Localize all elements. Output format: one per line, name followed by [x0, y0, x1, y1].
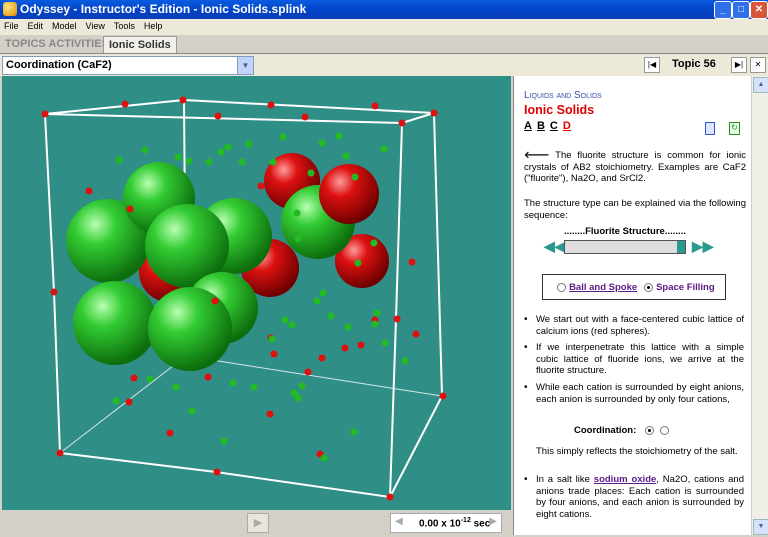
- scroll-down-icon[interactable]: ▼: [753, 519, 768, 535]
- close-topic-button[interactable]: ✕: [750, 57, 766, 73]
- slider-thumb[interactable]: [677, 241, 685, 253]
- document-icon[interactable]: [705, 122, 715, 135]
- rewind-icon[interactable]: ◀◀: [544, 238, 566, 255]
- sequence-slider[interactable]: [564, 240, 686, 254]
- title-bar: Odyssey - Instructor's Edition - Ionic S…: [0, 0, 768, 19]
- intro-text: 🡐 The fluorite structure is common for i…: [524, 150, 747, 184]
- back-arrow-icon[interactable]: 🡐: [524, 150, 549, 161]
- simulation-select[interactable]: Coordination (CaF2) ▼: [2, 56, 254, 75]
- ball-spoke-option[interactable]: Ball and Spoke: [557, 281, 637, 293]
- section-b-link[interactable]: B: [537, 120, 545, 132]
- fast-forward-icon[interactable]: ▶▶: [692, 238, 714, 255]
- refresh-icon[interactable]: ↻: [729, 122, 740, 135]
- bullet-1: We start out with a face-centered cubic …: [536, 314, 744, 337]
- step-forward-icon[interactable]: ▶: [489, 516, 497, 527]
- topic-label: Topic 56: [672, 58, 716, 70]
- fluorite-lattice-render: [41, 96, 447, 501]
- bullet-2: If we interpenetrate this lattice with a…: [536, 342, 744, 376]
- menu-view[interactable]: View: [82, 19, 110, 31]
- sodium-oxide-link[interactable]: sodium oxide: [594, 474, 656, 485]
- minimize-button[interactable]: _: [714, 1, 732, 19]
- last-topic-button[interactable]: ▶|: [731, 57, 747, 73]
- section-c-link[interactable]: C: [550, 120, 558, 132]
- category-label: Liquids and Solids: [524, 90, 602, 101]
- radio-coordination-2[interactable]: [659, 425, 669, 435]
- close-window-button[interactable]: ✕: [750, 1, 768, 19]
- scroll-up-icon[interactable]: ▲: [753, 77, 768, 93]
- space-filling-option[interactable]: Space Filling: [644, 281, 715, 293]
- sequence-intro: The structure type can be explained via …: [524, 198, 746, 221]
- simulation-select-value: Coordination (CaF2): [6, 59, 112, 71]
- selector-row: Coordination (CaF2) ▼ |◀ Topic 56 ▶| ✕: [0, 54, 768, 76]
- radio-space-filling[interactable]: [644, 282, 653, 292]
- play-button[interactable]: ▶: [247, 513, 269, 533]
- info-panel: Liquids and Solids Ionic Solids ABCD ↻ 🡐…: [513, 76, 752, 535]
- sequence-label: ........Fluorite Structure........: [564, 226, 686, 237]
- time-readout[interactable]: ◀ 0.00 x 10-12 sec ▶: [390, 513, 502, 533]
- green-anions-large: [66, 162, 355, 371]
- coordination-label: Coordination:: [574, 425, 752, 437]
- menu-help[interactable]: Help: [140, 19, 168, 31]
- panel-heading: Ionic Solids: [524, 103, 595, 117]
- tabs-row: TOPICS ACTIVITIES Ionic Solids: [0, 35, 768, 54]
- tab-topics-activities[interactable]: TOPICS ACTIVITIES: [5, 36, 109, 52]
- tab-ionic-solids[interactable]: Ionic Solids: [103, 36, 177, 53]
- window-title: Odyssey - Instructor's Edition - Ionic S…: [20, 2, 307, 16]
- chevron-down-icon[interactable]: ▼: [237, 57, 253, 74]
- panel-scrollbar[interactable]: ▲ ▼: [751, 76, 768, 535]
- step-back-icon[interactable]: ◀: [395, 516, 403, 527]
- menu-file[interactable]: File: [0, 19, 24, 31]
- menu-model[interactable]: Model: [48, 19, 82, 31]
- section-a-link[interactable]: A: [524, 120, 532, 132]
- display-mode-box: Ball and Spoke Space Filling: [542, 274, 726, 300]
- radio-ball-spoke[interactable]: [557, 282, 566, 292]
- menu-bar: File Edit Model View Tools Help: [0, 19, 768, 35]
- section-d-link[interactable]: D: [563, 120, 571, 132]
- menu-edit[interactable]: Edit: [24, 19, 49, 31]
- stoichiometry-note: This simply reflects the stoichiometry o…: [536, 446, 738, 457]
- maximize-button[interactable]: □: [732, 1, 750, 19]
- bullet-4: In a salt like sodium oxide, Na2O, catio…: [536, 474, 744, 520]
- radio-coordination-1[interactable]: [644, 425, 654, 435]
- playback-bar: ▶ ◀ 0.00 x 10-12 sec ▶: [2, 510, 511, 535]
- menu-tools[interactable]: Tools: [110, 19, 140, 31]
- bullet-3: While each cation is surrounded by eight…: [536, 382, 744, 405]
- first-topic-button[interactable]: |◀: [644, 57, 660, 73]
- time-value: 0.00 x 10-12 sec: [419, 517, 491, 530]
- molecule-viewer[interactable]: [2, 76, 511, 510]
- app-icon: [3, 2, 17, 16]
